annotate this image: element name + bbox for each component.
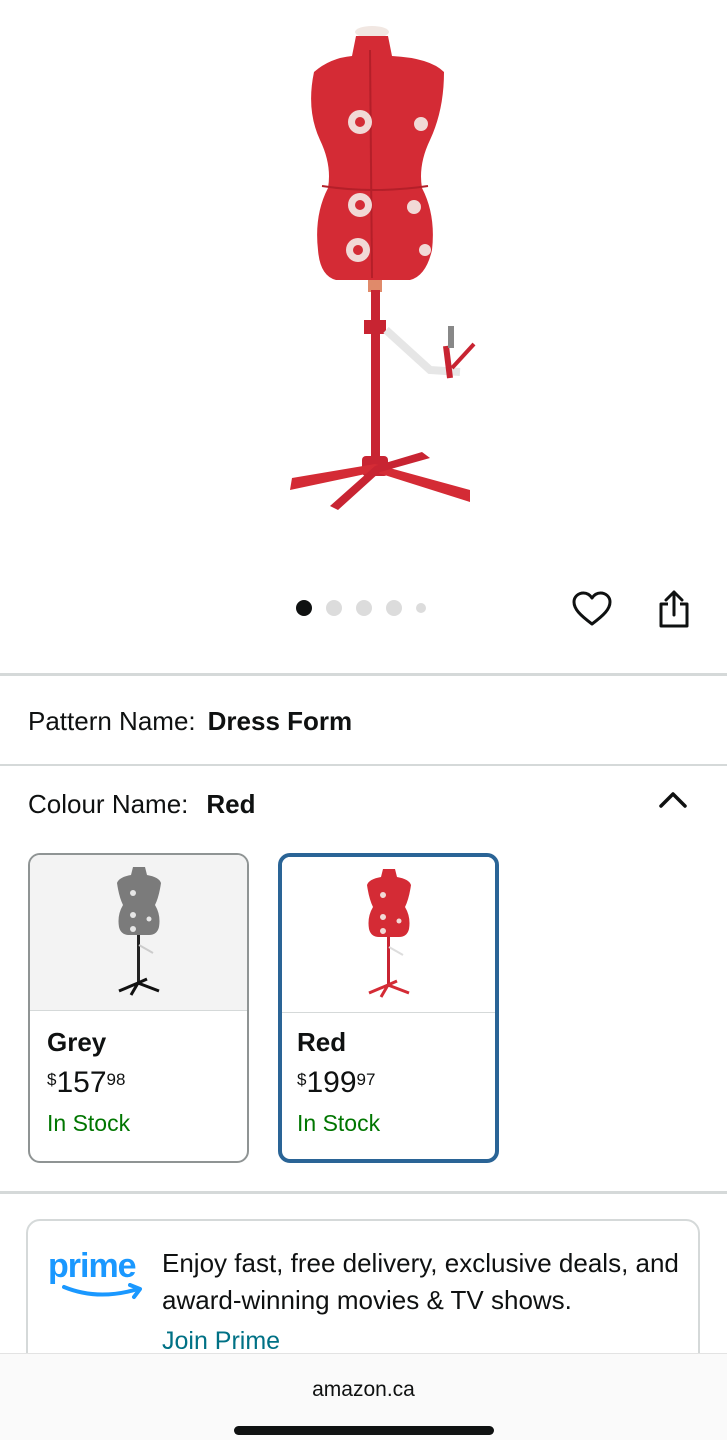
prime-description: Enjoy fast, free delivery, exclusive dea… [162,1248,679,1315]
pattern-name-row[interactable]: Pattern Name: Dress Form [28,706,352,737]
prime-logo: prime [48,1247,142,1299]
stock-status: In Stock [297,1110,381,1136]
swatch-name: Red [297,1027,347,1057]
image-actions [571,588,695,630]
browser-bottom-bar: amazon.ca [0,1353,727,1440]
colour-label: Colour Name: [28,789,189,819]
carousel-dot-5[interactable] [416,603,426,613]
join-prime-link[interactable]: Join Prime [162,1327,280,1356]
colour-swatch-grey[interactable]: Grey $157 98 In Stock [28,853,249,1163]
carousel-indicator[interactable] [296,600,426,616]
swatch-name: Grey [47,1027,107,1057]
carousel-dot-2[interactable] [326,600,342,616]
pattern-value: Dress Form [207,706,353,736]
colour-name-row[interactable]: Colour Name: Red [28,789,256,820]
swatch-thumbnail [282,857,495,1013]
chevron-up-icon[interactable] [653,780,693,820]
swatch-price: $199 97 [297,1066,495,1100]
carousel-dot-3[interactable] [356,600,372,616]
section-divider [0,673,727,676]
swatch-price: $157 98 [47,1066,247,1100]
price-whole: 199 [306,1066,357,1099]
price-currency: $ [297,1070,307,1089]
heart-icon[interactable] [571,588,613,630]
section-divider [0,1191,727,1194]
price-currency: $ [47,1070,57,1089]
prime-logo-word: prime [48,1247,137,1285]
pattern-label: Pattern Name: [28,706,196,736]
share-icon[interactable] [653,588,695,630]
section-divider [0,764,727,766]
price-fraction: 98 [106,1070,126,1089]
colour-value: Red [206,789,256,819]
product-image[interactable] [0,0,727,560]
carousel-dot-4[interactable] [386,600,402,616]
swatch-thumbnail [30,855,247,1011]
price-fraction: 97 [356,1070,376,1089]
url-bar[interactable]: amazon.ca [0,1378,727,1402]
home-indicator[interactable] [234,1426,494,1435]
price-whole: 157 [56,1066,107,1099]
stock-status: In Stock [47,1110,131,1136]
carousel-dot-1[interactable] [296,600,312,616]
colour-swatch-red[interactable]: Red $199 97 In Stock [278,853,499,1163]
